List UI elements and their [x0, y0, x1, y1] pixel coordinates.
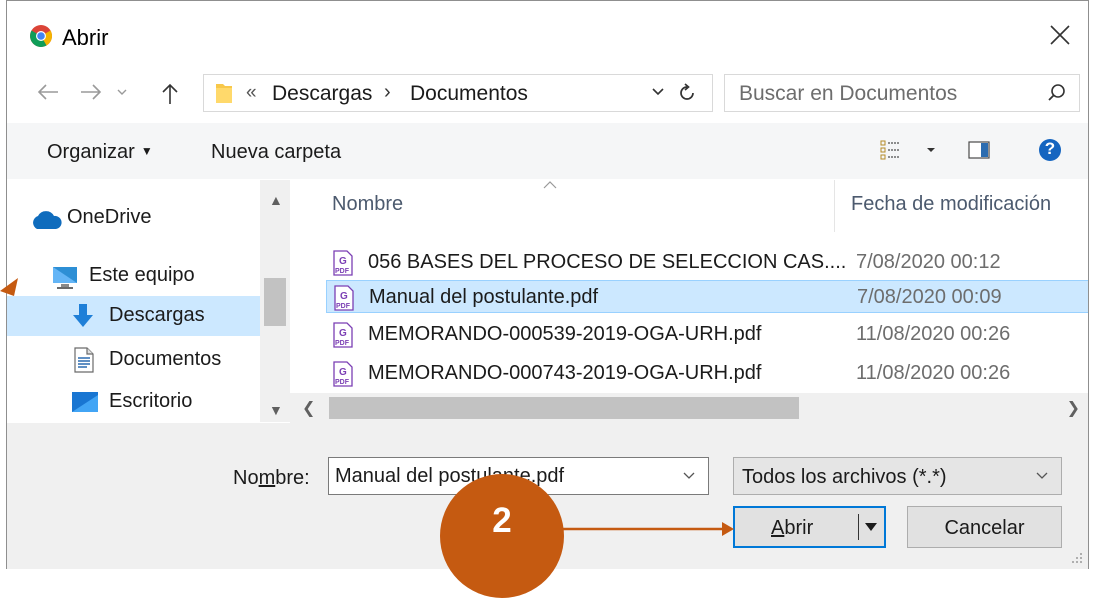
step-badge: 2	[440, 474, 564, 598]
annotation-arrow-head-left	[0, 278, 18, 296]
annotation-arrow-head	[722, 522, 734, 536]
annotation-overlay	[0, 278, 734, 536]
step-number: 2	[492, 501, 512, 540]
